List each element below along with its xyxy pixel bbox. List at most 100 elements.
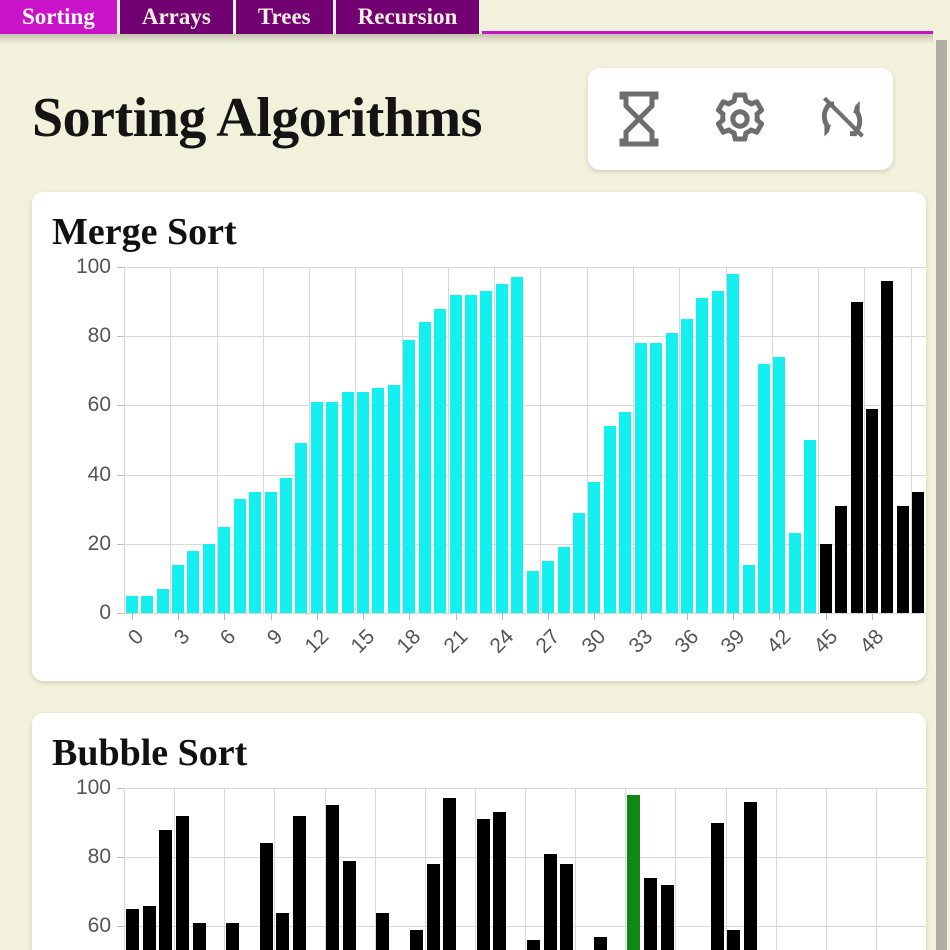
chart-card-bubble-sort: Bubble Sort 60 80 100 [32, 713, 926, 950]
plot-area [124, 267, 926, 614]
toolbar [588, 68, 893, 170]
x-tick-mark [178, 613, 179, 620]
chart-bar [727, 273, 740, 613]
tab-trees[interactable]: Trees [235, 0, 333, 34]
chart-bar [418, 322, 431, 613]
chart-bar [480, 291, 493, 613]
y-tick-mark [117, 857, 124, 858]
vertical-scrollbar-thumb[interactable] [936, 40, 947, 950]
chart-bar [434, 308, 447, 613]
chart-bar [881, 280, 894, 613]
gridline-vertical [675, 788, 676, 950]
gridline-horizontal [124, 336, 926, 337]
chart-bar [696, 298, 709, 613]
chart-bar [264, 491, 277, 613]
chart-bar [279, 478, 292, 613]
chart-bar [660, 884, 674, 950]
chart-bar [896, 505, 909, 613]
chart-bar [175, 815, 189, 950]
x-axis-tick-label: 42 [762, 625, 796, 658]
y-tick-mark [117, 405, 124, 406]
gridline-vertical [274, 788, 275, 950]
y-axis-tick-label: 100 [75, 255, 111, 278]
chart-bar [744, 801, 758, 950]
tab-recursion[interactable]: Recursion [335, 0, 480, 34]
chart-bar [141, 595, 154, 613]
chart-bar [711, 291, 724, 613]
chart-bar [788, 533, 801, 613]
gridline-horizontal [124, 405, 926, 406]
gridline-vertical [540, 267, 541, 613]
x-tick-mark [641, 613, 642, 620]
chart-bar [387, 384, 400, 613]
x-tick-mark [132, 613, 133, 620]
gridline-vertical [224, 788, 225, 950]
chart-bar [572, 512, 585, 613]
chart-bar [125, 595, 138, 613]
chart-bar [588, 481, 601, 613]
tab-arrays[interactable]: Arrays [119, 0, 233, 34]
gridline-vertical [170, 267, 171, 613]
page-title: Sorting Algorithms [32, 87, 482, 149]
y-tick-mark [117, 926, 124, 927]
chart-bar [619, 412, 632, 613]
chart-bar [680, 318, 693, 613]
y-axis-tick-label: 20 [87, 531, 111, 555]
chart-bar [804, 440, 817, 613]
chart-bar [650, 343, 663, 613]
chart-bar [409, 929, 423, 950]
chart-bar [326, 401, 339, 613]
x-tick-mark [502, 613, 503, 620]
gridline-vertical [726, 788, 727, 950]
y-axis-tick-label: 0 [99, 601, 111, 624]
y-axis-tick-label: 40 [87, 462, 111, 486]
chart-bar [773, 356, 786, 613]
gridline-vertical [876, 788, 877, 950]
x-tick-mark [594, 613, 595, 620]
chart-bar [634, 343, 647, 613]
chart-bar [292, 815, 306, 950]
chart-bar [403, 339, 416, 613]
x-tick-mark [317, 613, 318, 620]
chart-bar [249, 491, 262, 613]
y-tick-mark [117, 475, 124, 476]
chart-bar [603, 426, 616, 613]
chart-bar [465, 294, 478, 613]
x-tick-mark [363, 613, 364, 620]
gear-icon[interactable] [707, 86, 773, 152]
chart-title-merge-sort: Merge Sort [52, 211, 237, 253]
hourglass-icon[interactable] [606, 86, 672, 152]
x-axis-tick-label: 33 [624, 625, 657, 658]
x-tick-mark [779, 613, 780, 620]
chart-bar [476, 819, 490, 950]
chart-bar [192, 922, 206, 950]
chart-bar [758, 363, 771, 613]
chart-bar [233, 498, 246, 613]
chart-bar [850, 301, 863, 613]
x-axis-tick-label: 6 [215, 625, 241, 650]
chart-bar [357, 391, 370, 613]
y-axis-tick-label: 100 [75, 776, 111, 799]
chart-bar [171, 564, 184, 613]
chart-bar [742, 564, 755, 613]
gridline-vertical [864, 267, 865, 613]
chart-bar [142, 905, 156, 950]
chart-bar [560, 864, 574, 950]
vertical-scrollbar[interactable] [933, 0, 950, 950]
sync-disabled-icon[interactable] [809, 86, 875, 152]
x-axis-tick-label: 30 [577, 625, 611, 658]
chart-bar [710, 822, 724, 950]
x-tick-mark [224, 613, 225, 620]
gridline-vertical [575, 788, 576, 950]
y-tick-mark [117, 336, 124, 337]
chart-bar [526, 940, 540, 950]
chart-bar [202, 543, 215, 613]
x-tick-mark [409, 613, 410, 620]
chart-bar [543, 853, 557, 950]
chart-bar [511, 277, 524, 613]
chart-bar [159, 829, 173, 950]
chart-bar [218, 526, 231, 613]
chart-bar [426, 864, 440, 950]
x-tick-mark [826, 613, 827, 620]
tab-sorting[interactable]: Sorting [0, 0, 117, 34]
